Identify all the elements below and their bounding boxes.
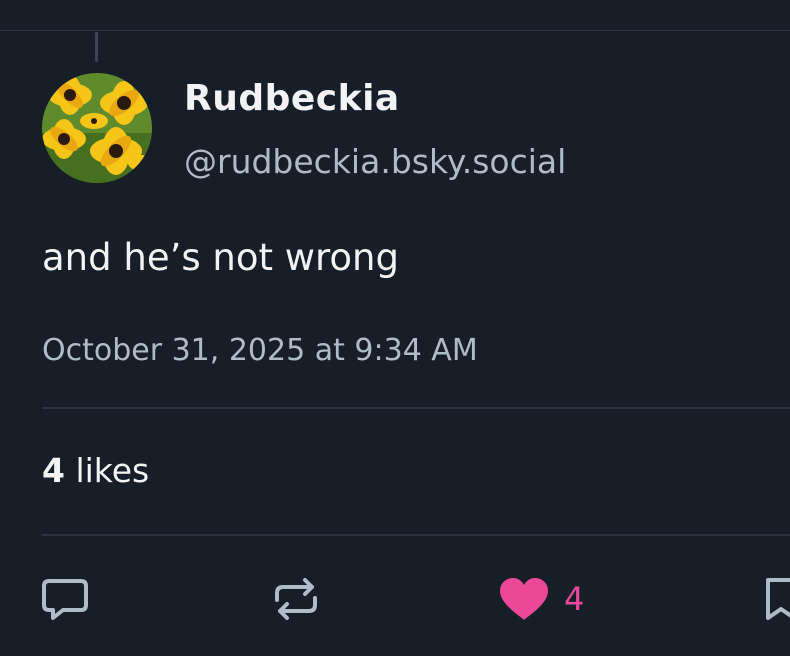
post-timestamp: October 31, 2025 at 9:34 AM: [42, 333, 478, 368]
divider: [42, 534, 790, 536]
repost-arrows-icon: [275, 578, 317, 620]
avatar[interactable]: [42, 73, 152, 183]
reply-button[interactable]: [40, 574, 90, 624]
post-thread-view: Rudbeckia @rudbeckia.bsky.social and he’…: [0, 0, 790, 656]
top-divider: [0, 30, 790, 31]
post-text: and he’s not wrong: [42, 236, 399, 279]
repost-button[interactable]: [270, 574, 322, 624]
speech-bubble-icon: [42, 579, 88, 620]
likes-summary[interactable]: 4 likes: [42, 451, 149, 490]
likes-label: likes: [75, 451, 150, 490]
heart-icon: [500, 578, 548, 620]
bookmark-button[interactable]: [764, 574, 790, 624]
like-button[interactable]: 4: [498, 574, 584, 624]
author-display-name[interactable]: Rudbeckia: [184, 78, 400, 119]
thread-connector-line: [95, 32, 98, 62]
divider: [42, 407, 790, 409]
rudbeckia-flowers-avatar-image: [42, 73, 152, 183]
like-count: 4: [564, 580, 585, 618]
likes-count: 4: [42, 451, 65, 490]
bookmark-icon: [766, 578, 790, 620]
author-handle[interactable]: @rudbeckia.bsky.social: [184, 142, 566, 181]
